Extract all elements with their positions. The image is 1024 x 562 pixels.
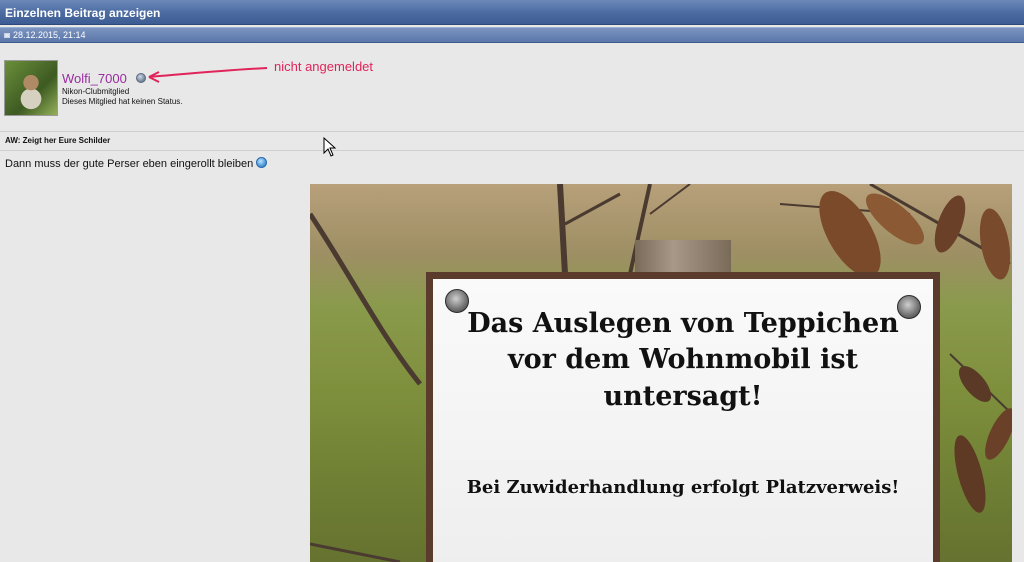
- wooden-post: [635, 240, 731, 274]
- user-rank: Nikon-Clubmitglied: [62, 87, 130, 96]
- sign-note: Bei Zuwiderhandlung erfolgt Platzverweis…: [466, 477, 900, 498]
- post-image[interactable]: Das Auslegen von Teppichen vor dem Wohnm…: [310, 184, 1012, 562]
- divider: [0, 131, 1024, 132]
- post-date-bar: 28.12.2015, 21:14: [0, 27, 1024, 43]
- mouse-pointer-icon: [323, 137, 337, 157]
- post-icon: [4, 33, 10, 38]
- post-message: Dann muss der gute Perser eben eingeroll…: [5, 157, 268, 170]
- smiley-icon: [256, 157, 268, 168]
- page-header: Einzelnen Beitrag anzeigen: [0, 0, 1024, 25]
- post-date: 28.12.2015, 21:14: [13, 30, 86, 40]
- sign-face: Das Auslegen von Teppichen vor dem Wohnm…: [433, 279, 933, 562]
- username-link[interactable]: Wolfi_7000: [62, 71, 127, 86]
- sign-line-2: vor dem Wohnmobil ist: [507, 344, 859, 375]
- avatar[interactable]: [4, 60, 58, 116]
- post-message-text: Dann muss der gute Perser eben eingeroll…: [5, 158, 254, 170]
- post-title: AW: Zeigt her Eure Schilder: [5, 136, 111, 145]
- sign: Das Auslegen von Teppichen vor dem Wohnm…: [426, 272, 940, 562]
- divider: [0, 150, 1024, 151]
- annotation-arrow-icon: [148, 67, 268, 83]
- annotation-text: nicht angemeldet: [274, 59, 374, 74]
- page-title: Einzelnen Beitrag anzeigen: [5, 6, 161, 20]
- user-status: Dieses Mitglied hat keinen Status.: [62, 97, 183, 106]
- sign-line-3: untersagt!: [603, 381, 763, 412]
- sign-line-1: Das Auslegen von Teppichen: [467, 308, 899, 339]
